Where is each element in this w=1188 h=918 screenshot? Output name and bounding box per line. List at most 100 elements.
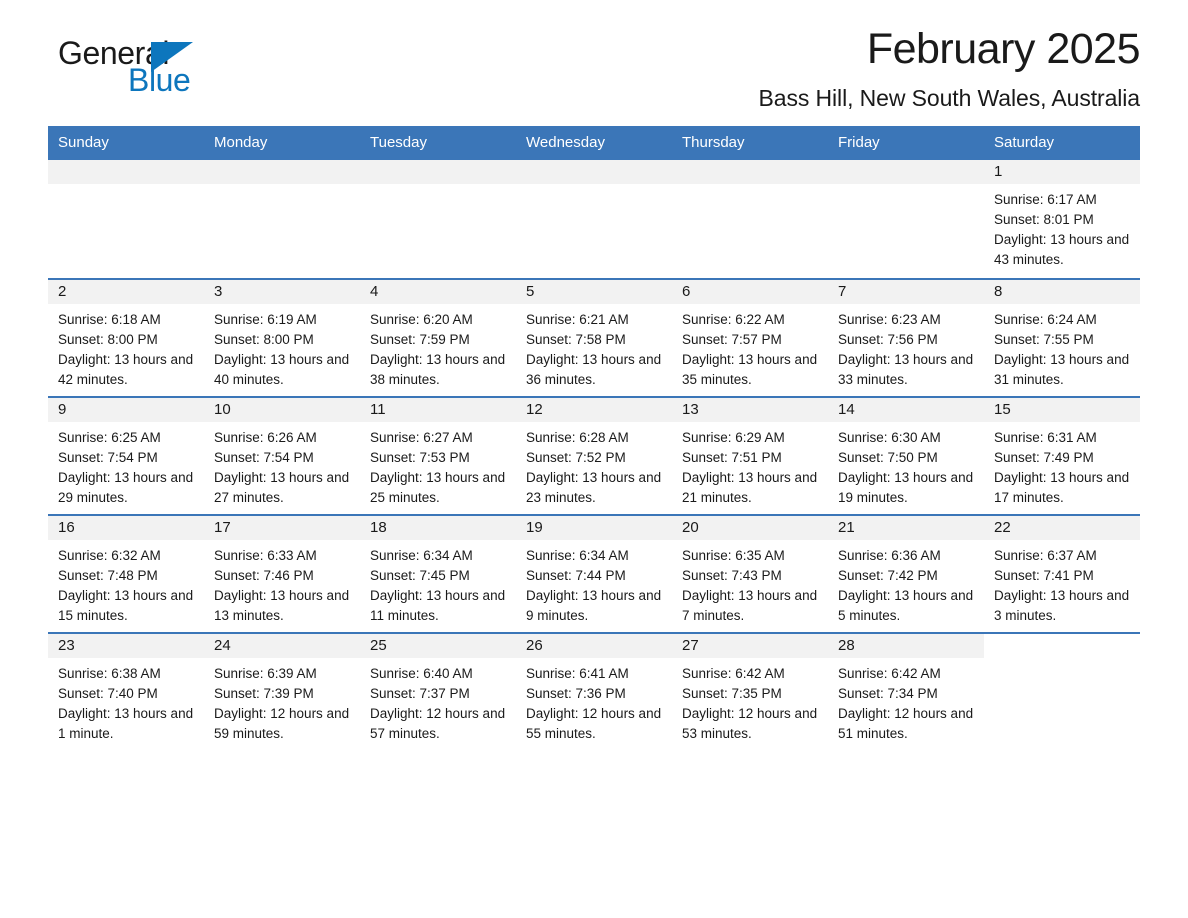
calendar-week-row: 23 Sunrise: 6:38 AM Sunset: 7:40 PM Dayligh… (48, 632, 1140, 750)
daylight-text: Daylight: 13 hours and 43 minutes. (994, 232, 1130, 267)
sunset-text: Sunset: 7:46 PM (214, 568, 314, 583)
sunrise-text: Sunrise: 6:37 AM (994, 548, 1097, 563)
brand-logo[interactable]: General Blue (48, 36, 248, 106)
page-title: February 2025 (866, 25, 1141, 73)
day-number: 10 (214, 401, 231, 418)
calendar-day-cell[interactable]: 15 Sunrise: 6:31 AM Sunset: 7:49 PM Dayligh… (984, 396, 1140, 514)
sunrise-text: Sunrise: 6:18 AM (58, 312, 161, 327)
calendar-page: General Blue February 2025 Bass Hill, Ne… (0, 0, 1188, 918)
weekday-header-saturday: Saturday (984, 126, 1140, 160)
day-number: 23 (58, 637, 75, 654)
sunrise-text: Sunrise: 6:42 AM (682, 666, 785, 681)
daylight-text: Daylight: 13 hours and 38 minutes. (370, 352, 506, 387)
day-number: 4 (370, 283, 379, 300)
day-number-bar: 6 (672, 280, 828, 304)
calendar-week-row: 9 Sunrise: 6:25 AM Sunset: 7:54 PM Daylight… (48, 396, 1140, 514)
day-number: 21 (838, 519, 855, 536)
calendar-day-cell[interactable]: 13 Sunrise: 6:29 AM Sunset: 7:51 PM Dayligh… (672, 396, 828, 514)
day-number: 27 (682, 637, 699, 654)
sunset-text: Sunset: 7:56 PM (838, 332, 938, 347)
day-number: 13 (682, 401, 699, 418)
calendar-day-cell[interactable]: 26 Sunrise: 6:41 AM Sunset: 7:36 PM Dayligh… (516, 632, 672, 750)
day-number: 17 (214, 519, 231, 536)
daylight-text: Daylight: 13 hours and 15 minutes. (58, 588, 194, 623)
sunrise-text: Sunrise: 6:36 AM (838, 548, 941, 563)
calendar-day-cell[interactable]: 17 Sunrise: 6:33 AM Sunset: 7:46 PM Dayligh… (204, 514, 360, 632)
daylight-text: Daylight: 13 hours and 9 minutes. (526, 588, 662, 623)
day-number-bar: 20 (672, 516, 828, 540)
day-number-bar: 17 (204, 516, 360, 540)
calendar-day-cell[interactable]: 16 Sunrise: 6:32 AM Sunset: 7:48 PM Dayligh… (48, 514, 204, 632)
sunrise-text: Sunrise: 6:34 AM (370, 548, 473, 563)
calendar-day-cell[interactable]: 8 Sunrise: 6:24 AM Sunset: 7:55 PM Daylight… (984, 278, 1140, 396)
daylight-text: Daylight: 13 hours and 19 minutes. (838, 470, 974, 505)
calendar-day-cell[interactable]: 3 Sunrise: 6:19 AM Sunset: 8:00 PM Daylight… (204, 278, 360, 396)
day-number-bar: 14 (828, 398, 984, 422)
sunrise-text: Sunrise: 6:24 AM (994, 312, 1097, 327)
day-number-bar (516, 160, 672, 184)
sunset-text: Sunset: 8:00 PM (58, 332, 158, 347)
calendar-day-cell[interactable]: 27 Sunrise: 6:42 AM Sunset: 7:35 PM Dayligh… (672, 632, 828, 750)
sunset-text: Sunset: 7:45 PM (370, 568, 470, 583)
sunrise-text: Sunrise: 6:38 AM (58, 666, 161, 681)
calendar-day-cell[interactable]: 9 Sunrise: 6:25 AM Sunset: 7:54 PM Daylight… (48, 396, 204, 514)
daylight-text: Daylight: 13 hours and 42 minutes. (58, 352, 194, 387)
sunset-text: Sunset: 7:54 PM (58, 450, 158, 465)
sunrise-text: Sunrise: 6:40 AM (370, 666, 473, 681)
sunset-text: Sunset: 7:53 PM (370, 450, 470, 465)
sunset-text: Sunset: 7:34 PM (838, 686, 938, 701)
day-number: 8 (994, 283, 1003, 300)
sunrise-text: Sunrise: 6:42 AM (838, 666, 941, 681)
calendar-day-cell[interactable]: 20 Sunrise: 6:35 AM Sunset: 7:43 PM Dayligh… (672, 514, 828, 632)
day-details: Sunrise: 6:23 AM Sunset: 7:56 PM Daylight:… (828, 304, 984, 390)
weekday-header-tuesday: Tuesday (360, 126, 516, 160)
daylight-text: Daylight: 13 hours and 7 minutes. (682, 588, 818, 623)
calendar-day-cell[interactable]: 28 Sunrise: 6:42 AM Sunset: 7:34 PM Dayligh… (828, 632, 984, 750)
day-number-bar: 18 (360, 516, 516, 540)
sunset-text: Sunset: 7:36 PM (526, 686, 626, 701)
calendar-day-cell[interactable]: 24 Sunrise: 6:39 AM Sunset: 7:39 PM Dayligh… (204, 632, 360, 750)
day-details: Sunrise: 6:32 AM Sunset: 7:48 PM Daylight:… (48, 540, 204, 626)
calendar-day-cell[interactable]: 14 Sunrise: 6:30 AM Sunset: 7:50 PM Dayligh… (828, 396, 984, 514)
day-number: 1 (994, 163, 1003, 180)
day-number-bar: 10 (204, 398, 360, 422)
day-details: Sunrise: 6:30 AM Sunset: 7:50 PM Daylight:… (828, 422, 984, 508)
calendar-day-cell[interactable]: 12 Sunrise: 6:28 AM Sunset: 7:52 PM Dayligh… (516, 396, 672, 514)
day-number-bar: 3 (204, 280, 360, 304)
day-details: Sunrise: 6:34 AM Sunset: 7:45 PM Daylight:… (360, 540, 516, 626)
calendar-day-cell[interactable]: 18 Sunrise: 6:34 AM Sunset: 7:45 PM Dayligh… (360, 514, 516, 632)
day-number-bar (204, 160, 360, 184)
day-number-bar: 12 (516, 398, 672, 422)
calendar-cell-empty (984, 632, 1140, 750)
calendar-day-cell[interactable]: 6 Sunrise: 6:22 AM Sunset: 7:57 PM Daylight… (672, 278, 828, 396)
calendar-day-cell[interactable]: 22 Sunrise: 6:37 AM Sunset: 7:41 PM Dayligh… (984, 514, 1140, 632)
weekday-header-wednesday: Wednesday (516, 126, 672, 160)
daylight-text: Daylight: 13 hours and 31 minutes. (994, 352, 1130, 387)
day-details: Sunrise: 6:22 AM Sunset: 7:57 PM Daylight:… (672, 304, 828, 390)
day-details: Sunrise: 6:36 AM Sunset: 7:42 PM Daylight:… (828, 540, 984, 626)
calendar-day-cell[interactable]: 25 Sunrise: 6:40 AM Sunset: 7:37 PM Dayligh… (360, 632, 516, 750)
calendar-day-cell[interactable]: 2 Sunrise: 6:18 AM Sunset: 8:00 PM Daylight… (48, 278, 204, 396)
calendar-day-cell[interactable]: 19 Sunrise: 6:34 AM Sunset: 7:44 PM Dayligh… (516, 514, 672, 632)
brand-name-blue: Blue (128, 62, 191, 98)
calendar-day-cell[interactable]: 11 Sunrise: 6:27 AM Sunset: 7:53 PM Dayligh… (360, 396, 516, 514)
daylight-text: Daylight: 13 hours and 33 minutes. (838, 352, 974, 387)
daylight-text: Daylight: 13 hours and 5 minutes. (838, 588, 974, 623)
day-number: 20 (682, 519, 699, 536)
calendar-table: Sunday Monday Tuesday Wednesday Thursday… (48, 126, 1140, 750)
calendar-day-cell[interactable]: 4 Sunrise: 6:20 AM Sunset: 7:59 PM Daylight… (360, 278, 516, 396)
sunrise-text: Sunrise: 6:19 AM (214, 312, 317, 327)
calendar-cell-empty (204, 160, 360, 278)
sunrise-text: Sunrise: 6:20 AM (370, 312, 473, 327)
calendar-cell-empty (516, 160, 672, 278)
calendar-day-cell[interactable]: 5 Sunrise: 6:21 AM Sunset: 7:58 PM Daylight… (516, 278, 672, 396)
calendar-day-cell[interactable]: 7 Sunrise: 6:23 AM Sunset: 7:56 PM Daylight… (828, 278, 984, 396)
calendar-day-cell[interactable]: 23 Sunrise: 6:38 AM Sunset: 7:40 PM Dayligh… (48, 632, 204, 750)
day-number: 25 (370, 637, 387, 654)
day-number-bar: 15 (984, 398, 1140, 422)
daylight-text: Daylight: 13 hours and 13 minutes. (214, 588, 350, 623)
calendar-day-cell[interactable]: 10 Sunrise: 6:26 AM Sunset: 7:54 PM Dayligh… (204, 396, 360, 514)
calendar-day-cell[interactable]: 1 Sunrise: 6:17 AM Sunset: 8:01 PM Daylight… (984, 160, 1140, 278)
calendar-day-cell[interactable]: 21 Sunrise: 6:36 AM Sunset: 7:42 PM Dayligh… (828, 514, 984, 632)
day-number-bar: 25 (360, 634, 516, 658)
